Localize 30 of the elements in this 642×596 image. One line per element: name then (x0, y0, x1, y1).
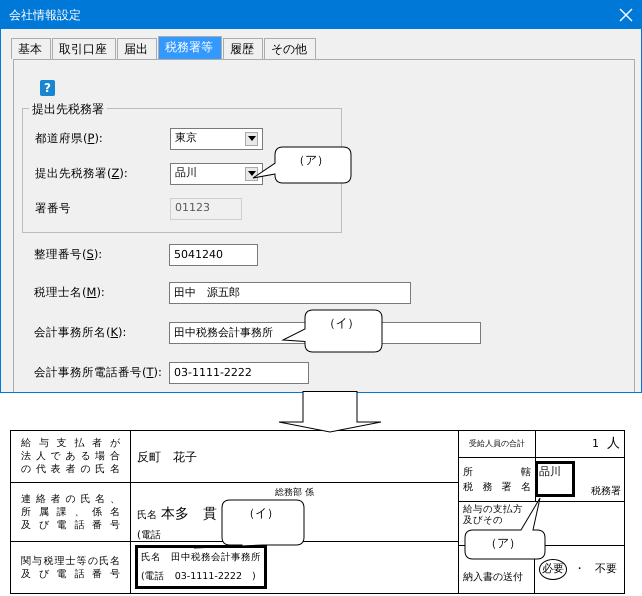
form-caption: 氏名 (137, 510, 157, 520)
form-value: 1 (592, 436, 599, 452)
group-legend: 提出先税務署 (29, 100, 107, 118)
window-title: 会社情報設定 (9, 7, 81, 24)
field-label: 都道府県(P): (35, 130, 104, 147)
field-label: 会計事務所電話番号(T): (34, 364, 163, 382)
form-label: 連絡者の氏名、 所属課、係名 及び電話番号 (11, 483, 131, 541)
form-value: 本多 貫 (161, 506, 217, 522)
callout-label: （イ） (243, 505, 279, 522)
form-value: 反町 花子 (137, 448, 197, 466)
field-label: 会計事務所名(K): (34, 324, 128, 342)
form-label: 関与税理士等の氏名 及び電話番号 (11, 542, 131, 593)
form-label: 受給人員の合計 (459, 431, 536, 457)
field-label: 税理士名(M): (34, 284, 106, 302)
department-text: 総務部 係 (274, 486, 315, 500)
field-label: 整理番号(S): (34, 246, 104, 264)
form-label: 所轄 税務署名 (459, 458, 536, 501)
field-label: 署番号 (35, 200, 72, 217)
form-label: 給与の支払方 及びその (462, 503, 524, 528)
field-label: 提出先税務署(Z): (35, 164, 129, 182)
highlight-box: 品川 (535, 461, 575, 497)
form-value: 氏名 田中税務会計事務所 (141, 551, 261, 565)
callout-label: （ア） (293, 152, 329, 169)
phone-text: (電話 03-1111-2222 ) (141, 570, 257, 584)
callout-label: （イ） (324, 315, 360, 332)
separator-text: ・ (574, 561, 585, 578)
phone-text: (電話 (137, 530, 161, 540)
unit-text: 税務署 (591, 484, 621, 499)
form-label: 給与支払者が 法人である場合 の代表者の氏名 (11, 431, 131, 482)
unit-text: 人 (607, 435, 620, 454)
